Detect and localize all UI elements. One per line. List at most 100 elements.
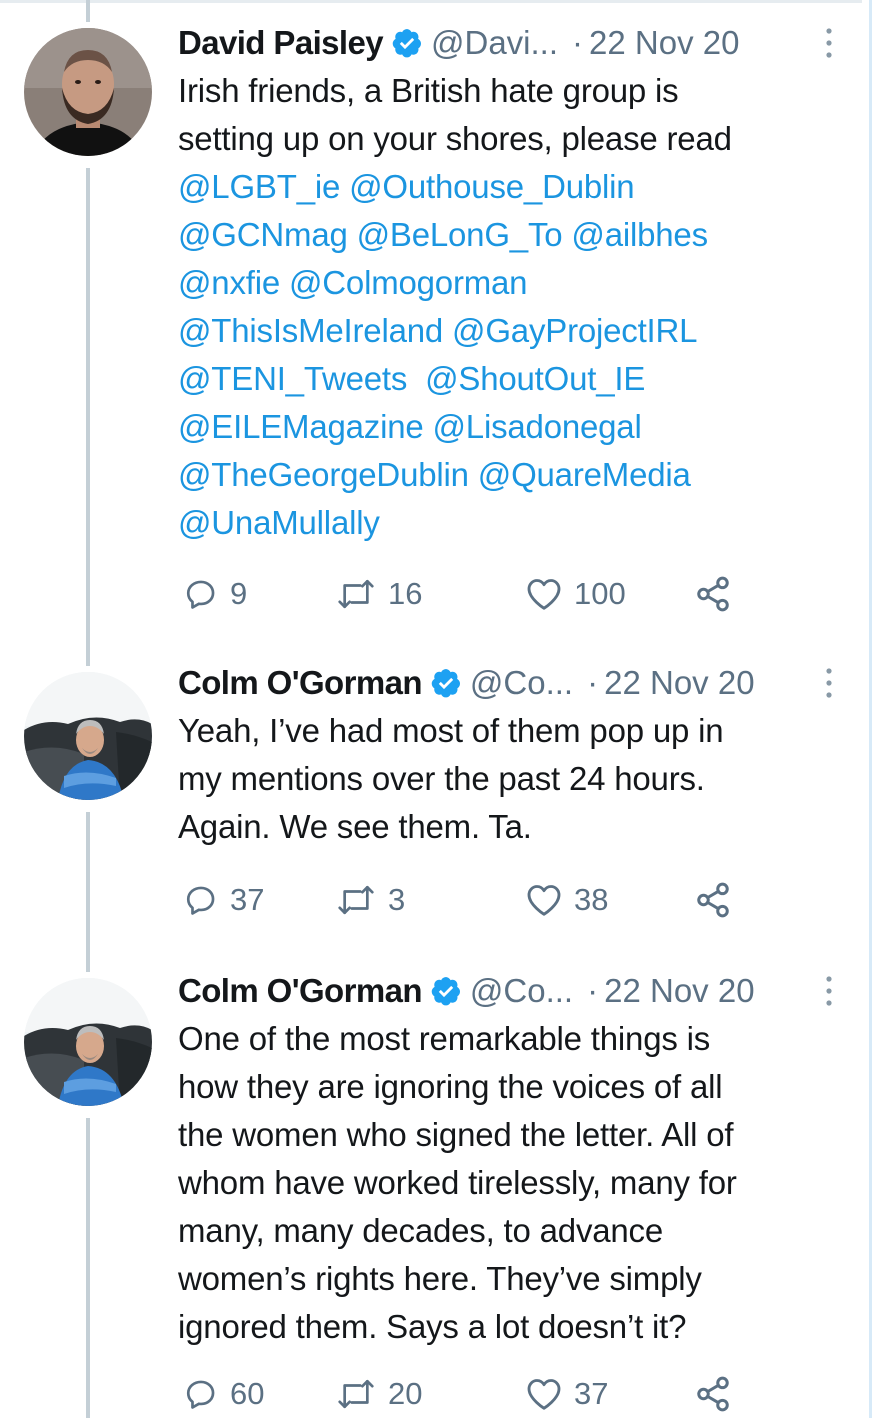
mention-link[interactable]: @BeLonG_To (357, 216, 563, 253)
tweet-text-line: @TheGeorgeDublin @QuareMedia (178, 451, 828, 499)
tweet-header: Colm O'Gorman @Co... · 22 Nov 20 (178, 662, 832, 704)
timestamp[interactable]: 22 Nov 20 (604, 970, 754, 1012)
mention-link[interactable]: @Colmogorman (289, 264, 528, 301)
retweet-count: 3 (388, 882, 406, 917)
mention-link[interactable]: @LGBT_ie (178, 168, 340, 205)
mention-link[interactable]: @ThisIsMeIreland (178, 312, 443, 349)
timestamp[interactable]: 22 Nov 20 (604, 662, 754, 704)
avatar[interactable] (24, 28, 152, 156)
reply-button[interactable]: 9 (184, 572, 247, 616)
text-segment (469, 456, 478, 493)
reply-count: 9 (230, 576, 248, 611)
reply-icon (186, 886, 215, 915)
text-segment (443, 312, 452, 349)
separator: · (587, 664, 599, 701)
avatar[interactable] (24, 978, 152, 1106)
tweet-2[interactable]: Colm O'Gorman @Co... · 22 Nov 20 Yeah, I… (0, 640, 862, 952)
retweet-button[interactable]: 20 (336, 1372, 422, 1416)
text-segment (340, 168, 349, 205)
more-options-icon[interactable] (822, 26, 836, 60)
mention-link[interactable]: @GCNmag (178, 216, 348, 253)
like-count: 100 (574, 576, 626, 611)
text-segment: setting up on your shores, please read (178, 120, 732, 157)
retweet-icon (338, 1379, 374, 1409)
tweet-3[interactable]: Colm O'Gorman @Co... · 22 Nov 20 One of … (0, 948, 862, 1418)
tweet-text-line: @ThisIsMeIreland @GayProjectIRL (178, 307, 828, 355)
mention-link[interactable]: @ShoutOut_IE (425, 360, 645, 397)
tweet-actions: 9 16 100 (184, 572, 784, 616)
tweet-text-line: Again. We see them. Ta. (178, 803, 828, 851)
retweet-button[interactable]: 16 (336, 572, 422, 616)
handle[interactable]: @Davi... (431, 22, 558, 64)
like-button[interactable]: 38 (526, 878, 608, 922)
share-button[interactable] (694, 572, 732, 616)
avatar[interactable] (24, 672, 152, 800)
display-name[interactable]: Colm O'Gorman (178, 662, 423, 704)
mention-link[interactable]: @GayProjectIRL (452, 312, 697, 349)
reply-icon (186, 1380, 215, 1409)
reply-button[interactable]: 60 (184, 1372, 264, 1416)
tweet-text-line: @GCNmag @BeLonG_To @ailbhes (178, 211, 828, 259)
text-segment: Again. We see them. Ta. (178, 808, 532, 845)
tweet-actions: 60 20 37 (184, 1372, 784, 1416)
like-count: 37 (574, 1376, 609, 1411)
mention-link[interactable]: @Outhouse_Dublin (349, 168, 635, 205)
text-segment: Yeah, I’ve had most of them pop up in (178, 712, 724, 749)
tweet-header: David Paisley @Davi... · 22 Nov 20 (178, 22, 832, 64)
tweet-text-line: @EILEMagazine @Lisadonegal (178, 403, 828, 451)
text-segment: my mentions over the past 24 hours. (178, 760, 705, 797)
timestamp[interactable]: 22 Nov 20 (589, 22, 739, 64)
share-button[interactable] (694, 878, 732, 922)
retweet-icon (338, 885, 374, 915)
reply-icon (186, 580, 215, 609)
like-icon (527, 885, 561, 916)
share-icon (697, 1376, 729, 1412)
display-name[interactable]: Colm O'Gorman (178, 970, 423, 1012)
retweet-button[interactable]: 3 (336, 878, 405, 922)
share-button[interactable] (694, 1372, 732, 1416)
more-options-icon[interactable] (822, 666, 836, 700)
mention-link[interactable]: @nxfie (178, 264, 280, 301)
more-options-icon[interactable] (822, 974, 836, 1008)
text-segment (348, 216, 357, 253)
tweet-text-line: my mentions over the past 24 hours. (178, 755, 828, 803)
text-segment: whom have worked tirelessly, many for (178, 1164, 737, 1201)
tweet-text-line: whom have worked tirelessly, many for (178, 1159, 828, 1207)
like-count: 38 (574, 882, 609, 917)
like-icon (527, 1379, 561, 1410)
like-icon (527, 579, 561, 610)
like-button[interactable]: 37 (526, 1372, 608, 1416)
tweet-text: Irish friends, a British hate group is se… (178, 67, 828, 547)
like-button[interactable]: 100 (526, 572, 626, 616)
tweet-text-line: @UnaMullally (178, 499, 828, 547)
tweet-1[interactable]: David Paisley @Davi... · 22 Nov 20 Irish… (0, 0, 862, 640)
mention-link[interactable]: @EILEMagazine (178, 408, 424, 445)
mention-link[interactable]: @TENI_Tweets (178, 360, 407, 397)
text-segment (424, 408, 433, 445)
mention-link[interactable]: @Lisadonegal (433, 408, 642, 445)
text-segment: Irish friends, a British hate group is (178, 72, 679, 109)
tweet-actions: 37 3 38 (184, 878, 784, 922)
mention-link[interactable]: @QuareMedia (478, 456, 691, 493)
mention-link[interactable]: @ailbhes (571, 216, 708, 253)
display-name[interactable]: David Paisley (178, 22, 384, 64)
tweet-text-line: ignored them. Says a lot doesn’t it? (178, 1303, 828, 1351)
tweet-text-line: Yeah, I’ve had most of them pop up in (178, 707, 828, 755)
tweet-text-line: how they are ignoring the voices of all (178, 1063, 828, 1111)
mention-link[interactable]: @UnaMullally (178, 504, 380, 541)
text-segment: many, many decades, to advance (178, 1212, 664, 1249)
tweet-text-line: Irish friends, a British hate group is (178, 67, 828, 115)
mention-link[interactable]: @TheGeorgeDublin (178, 456, 469, 493)
tweet-text-line: women’s rights here. They’ve simply (178, 1255, 828, 1303)
text-segment: the women who signed the letter. All of (178, 1116, 734, 1153)
tweet-text-line: many, many decades, to advance (178, 1207, 828, 1255)
handle[interactable]: @Co... (470, 662, 573, 704)
tweet-text-line: @TENI_Tweets @ShoutOut_IE (178, 355, 828, 403)
tweet-text-line: One of the most remarkable things is (178, 1015, 828, 1063)
handle[interactable]: @Co... (470, 970, 573, 1012)
tweet-text-line: @nxfie @Colmogorman (178, 259, 828, 307)
tweet-text-line: setting up on your shores, please read (178, 115, 828, 163)
retweet-icon (338, 579, 374, 609)
reply-button[interactable]: 37 (184, 878, 264, 922)
text-segment (280, 264, 289, 301)
